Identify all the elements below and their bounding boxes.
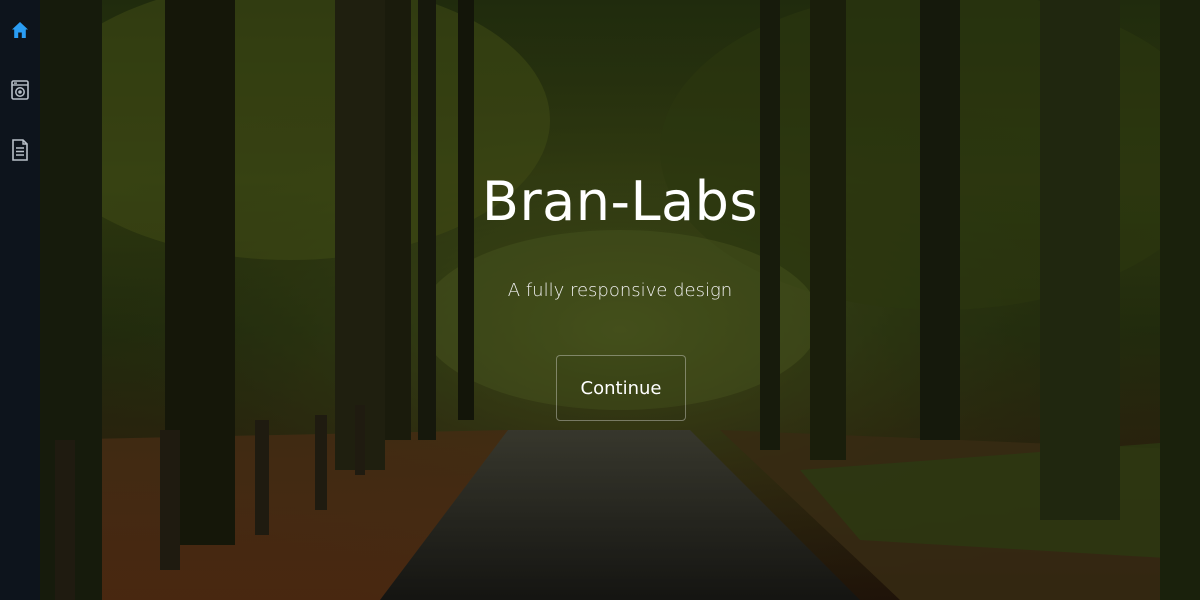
sidebar — [0, 0, 40, 600]
home-icon — [11, 21, 29, 39]
continue-button[interactable]: Continue — [556, 355, 686, 421]
sidebar-item-document[interactable] — [0, 130, 40, 170]
continue-button-label: Continue — [580, 377, 662, 399]
sidebar-item-machine[interactable] — [0, 70, 40, 110]
hero-section: Bran-Labs A fully responsive design Cont… — [40, 0, 1200, 600]
page-title: Bran-Labs — [481, 170, 759, 233]
sidebar-item-home[interactable] — [0, 10, 40, 50]
document-icon — [12, 139, 28, 161]
washing-machine-icon — [11, 80, 29, 100]
page-subtitle: A fully responsive design — [507, 280, 733, 301]
page: Bran-Labs A fully responsive design Cont… — [0, 0, 1200, 600]
